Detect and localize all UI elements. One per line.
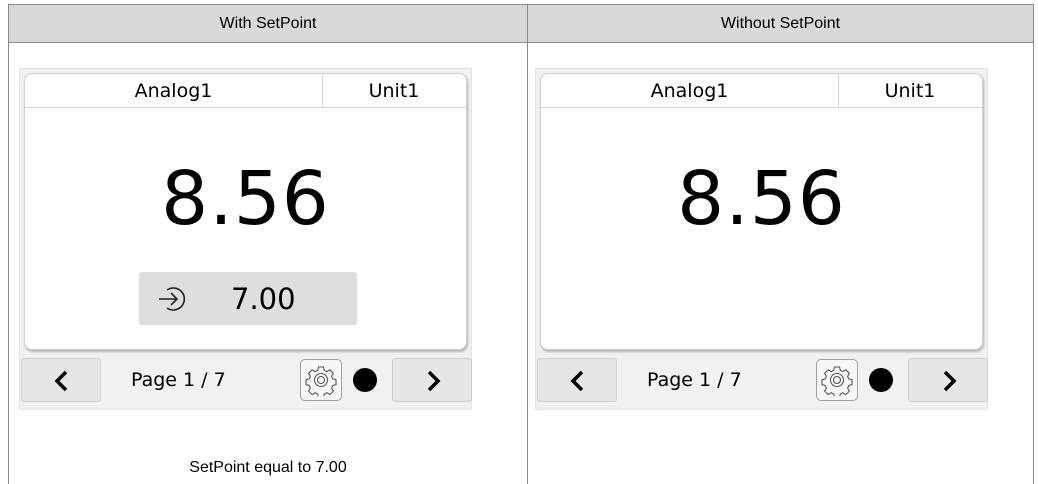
- screen-header: Analog1 Unit1: [541, 74, 982, 108]
- display-screen: Analog1 Unit1 8.56 7.00: [24, 73, 467, 350]
- display-screen: Analog1 Unit1 8.56: [540, 73, 983, 350]
- next-page-button[interactable]: [392, 358, 472, 402]
- prev-page-button[interactable]: [537, 358, 617, 402]
- chevron-right-icon: [427, 370, 441, 392]
- comparison-table: With SetPoint Without SetPoint Analog1 U…: [8, 4, 1034, 484]
- channel-name: Analog1: [25, 74, 323, 107]
- gear-icon: [305, 366, 337, 396]
- status-dot: [869, 368, 893, 392]
- settings-button[interactable]: [816, 359, 858, 401]
- setpoint-caption: SetPoint equal to 7.00: [189, 459, 347, 476]
- unit-label: Unit1: [884, 80, 936, 102]
- status-dot: [353, 368, 377, 392]
- page-indicator: Page 1 / 7: [131, 369, 226, 391]
- setpoint-box: 7.00: [139, 272, 357, 325]
- settings-button[interactable]: [300, 359, 342, 401]
- channel-name: Analog1: [541, 74, 839, 107]
- page-indicator: Page 1 / 7: [647, 369, 742, 391]
- prev-page-button[interactable]: [21, 358, 101, 402]
- column-divider: [527, 5, 528, 484]
- gear-icon: [821, 366, 853, 396]
- measured-value: 8.56: [161, 156, 330, 242]
- navigation-bar: Page 1 / 7: [536, 358, 988, 404]
- chevron-left-icon: [54, 370, 68, 392]
- setpoint-arrow-icon: [157, 286, 187, 312]
- column-header-with-setpoint: With SetPoint: [219, 15, 317, 32]
- device-panel-without-setpoint: Analog1 Unit1 8.56 Page 1 / 7: [535, 68, 988, 410]
- navigation-bar: Page 1 / 7: [20, 358, 472, 404]
- device-panel-with-setpoint: Analog1 Unit1 8.56 7.00 Page 1 / 7: [19, 68, 472, 410]
- screen-header: Analog1 Unit1: [25, 74, 466, 108]
- measured-value: 8.56: [677, 156, 846, 242]
- unit-label: Unit1: [368, 80, 420, 102]
- column-header-without-setpoint: Without SetPoint: [720, 15, 841, 32]
- table-header-row: With SetPoint Without SetPoint: [9, 5, 1033, 43]
- setpoint-value: 7.00: [231, 282, 296, 316]
- chevron-left-icon: [570, 370, 584, 392]
- next-page-button[interactable]: [908, 358, 988, 402]
- chevron-right-icon: [943, 370, 957, 392]
